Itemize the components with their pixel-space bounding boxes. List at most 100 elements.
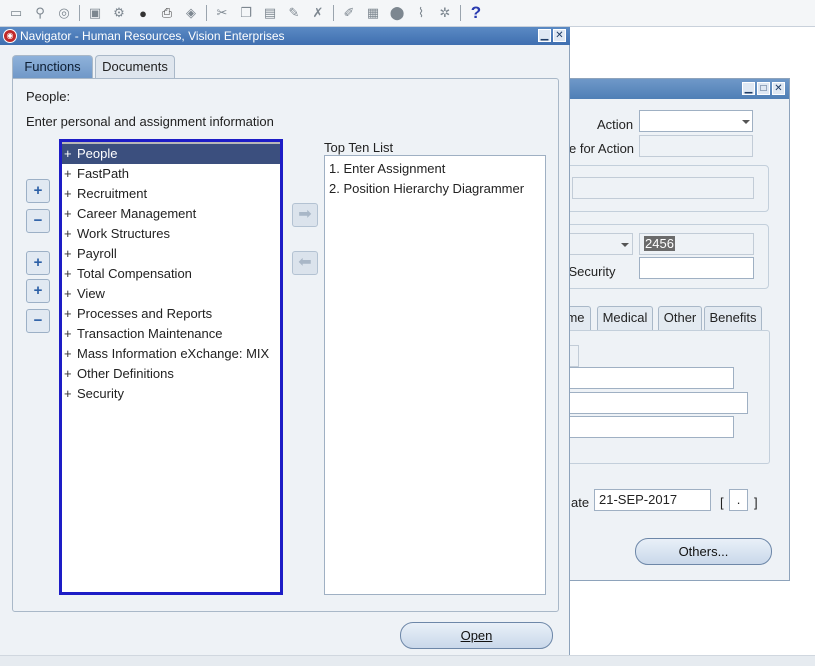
chevron-down-icon <box>621 243 629 247</box>
tab-field-4[interactable] <box>561 416 734 438</box>
top-ten-list[interactable]: 1. Enter Assignment 2. Position Hierarch… <box>324 155 546 595</box>
national-security-field[interactable] <box>639 257 754 279</box>
tab-field-2[interactable] <box>561 367 734 389</box>
list-item[interactable]: 2. Position Hierarchy Diagrammer <box>329 181 524 196</box>
help-icon[interactable]: ? <box>466 3 486 23</box>
next-step-icon[interactable]: ⚙ <box>109 3 129 23</box>
tree-item[interactable]: + Other Definitions <box>62 364 280 384</box>
collapse-all-button[interactable]: − <box>26 309 50 333</box>
expand-branch-button[interactable]: + <box>26 251 50 275</box>
collapse-button[interactable]: − <box>26 209 50 233</box>
find-icon[interactable]: ⚲ <box>30 3 50 23</box>
expand-button[interactable]: + <box>26 179 50 203</box>
print-icon[interactable]: ⎙ <box>157 3 177 23</box>
cut-icon[interactable]: ✂ <box>212 3 232 23</box>
tab-other[interactable]: Other <box>658 306 702 330</box>
tree-item[interactable]: + Security <box>62 384 280 404</box>
collapse-all-icon: − <box>33 312 43 329</box>
navigator-window: ◉ Navigator - Human Resources, Vision En… <box>0 27 570 665</box>
list-item[interactable]: 1. Enter Assignment <box>329 161 445 176</box>
minimize-icon[interactable]: ▁ <box>538 29 551 42</box>
tree-item-label: Transaction Maintenance <box>77 326 223 341</box>
date-label: ate <box>571 495 590 510</box>
oracle-logo-icon: ◉ <box>3 29 17 43</box>
tree-item[interactable]: + Transaction Maintenance <box>62 324 280 344</box>
add-to-top-ten-button[interactable]: ➡ <box>292 203 318 227</box>
effective-date-field[interactable]: 21-SEP-2017 <box>594 489 711 511</box>
employee-number-field[interactable]: 2456 <box>639 233 754 255</box>
context-label: People: <box>26 89 71 104</box>
expand-plus-icon: + <box>64 366 72 381</box>
status-bar <box>0 655 815 666</box>
collapse-icon: − <box>33 212 43 229</box>
name-field[interactable] <box>572 177 754 199</box>
tree-item-label: Mass Information eXchange: MIX <box>77 346 270 361</box>
arrow-right-icon: ➡ <box>298 206 312 223</box>
close-form-icon[interactable]: ◈ <box>181 3 201 23</box>
expand-plus-icon: + <box>64 206 72 221</box>
toolbar-separator <box>79 5 80 21</box>
paste-icon[interactable]: ▤ <box>260 3 280 23</box>
main-toolbar: ▭ ⚲ ◎ ▣ ⚙ ● ⎙ ◈ ✂ ❐ ▤ ✎ ✗ ✐ ▦ ⬤ ⌇ ✲ ? <box>0 0 815 27</box>
tree-item[interactable]: + Total Compensation <box>62 264 280 284</box>
action-select[interactable] <box>639 110 753 132</box>
descriptive-flexfield[interactable]: . <box>729 489 748 511</box>
bracket-close: ] <box>754 495 758 510</box>
minimize-icon[interactable]: ▁ <box>742 82 755 95</box>
close-icon[interactable]: ✕ <box>772 82 785 95</box>
expand-plus-icon: + <box>64 286 72 301</box>
tree-item-label: People <box>77 146 118 161</box>
name-group <box>561 165 769 212</box>
tree-item[interactable]: + Processes and Reports <box>62 304 280 324</box>
copy-icon[interactable]: ❐ <box>236 3 256 23</box>
expand-plus-icon: + <box>64 246 72 261</box>
maximize-icon[interactable]: □ <box>757 82 770 95</box>
edit-field-icon[interactable]: ✐ <box>339 3 359 23</box>
arrow-left-icon: ⬅ <box>298 254 312 271</box>
function-tree[interactable]: + People + FastPath + Recruitment + Career Mana… <box>59 139 283 595</box>
tab-field-3[interactable] <box>561 392 748 414</box>
tree-item[interactable]: + Payroll <box>62 244 280 264</box>
person-type-select[interactable] <box>562 233 633 255</box>
tree-item[interactable]: + FastPath <box>62 164 280 184</box>
delete-record-icon[interactable]: ✗ <box>308 3 328 23</box>
expand-icon: + <box>33 182 43 199</box>
translations-icon[interactable]: ⬤ <box>387 3 407 23</box>
tree-item[interactable]: + View <box>62 284 280 304</box>
expand-branch-icon: + <box>33 254 43 271</box>
reason-for-action-field[interactable] <box>639 135 753 157</box>
save-icon[interactable]: ▣ <box>85 3 105 23</box>
tree-item[interactable]: + Work Structures <box>62 224 280 244</box>
navigator-titlebar: ◉ Navigator - Human Resources, Vision En… <box>0 27 570 45</box>
top-ten-label: Top Ten List <box>324 140 394 155</box>
reason-for-action-label: e for Action <box>569 141 635 156</box>
others-button[interactable]: Others... <box>635 538 772 565</box>
tree-item[interactable]: + Career Management <box>62 204 280 224</box>
tab-content-panel <box>561 330 770 464</box>
function-description: Enter personal and assignment informatio… <box>26 114 274 129</box>
new-icon[interactable]: ▭ <box>6 3 26 23</box>
expand-all-button[interactable]: + <box>26 279 50 303</box>
open-button-label: Open <box>460 628 493 643</box>
folder-tools-icon[interactable]: ✲ <box>435 3 455 23</box>
tree-item[interactable]: + Recruitment <box>62 184 280 204</box>
remove-from-top-ten-button[interactable]: ⬅ <box>292 251 318 275</box>
clear-record-icon[interactable]: ✎ <box>284 3 304 23</box>
tree-item-label: Work Structures <box>77 226 170 241</box>
switch-responsibility-icon[interactable]: ● <box>133 3 153 23</box>
tab-documents[interactable]: Documents <box>95 55 175 79</box>
zoom-icon[interactable]: ▦ <box>363 3 383 23</box>
tree-item[interactable]: + Mass Information eXchange: MIX <box>62 344 280 364</box>
tab-benefits[interactable]: Benefits <box>704 306 762 330</box>
tree-item[interactable]: + People <box>62 144 280 164</box>
attachments-icon[interactable]: ⌇ <box>411 3 431 23</box>
open-button[interactable]: Open <box>400 622 553 649</box>
tab-functions[interactable]: Functions <box>12 55 93 79</box>
close-icon[interactable]: ✕ <box>553 29 566 42</box>
tab-medical[interactable]: Medical <box>597 306 653 330</box>
expand-plus-icon: + <box>64 386 72 401</box>
navigator-title: Navigator - Human Resources, Vision Ente… <box>20 29 285 43</box>
bracket-open: [ <box>720 495 724 510</box>
expand-plus-icon: + <box>64 166 72 181</box>
globe-icon[interactable]: ◎ <box>54 3 74 23</box>
